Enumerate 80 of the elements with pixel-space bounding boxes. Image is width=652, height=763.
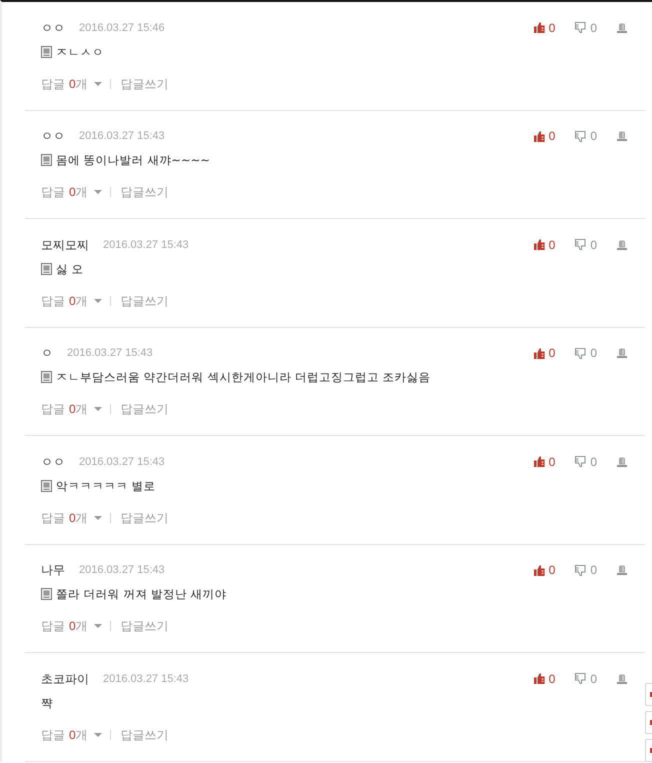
like-button[interactable]: 0 bbox=[534, 20, 556, 34]
comment-date: 2016.03.27 15:43 bbox=[79, 129, 165, 144]
siren-icon[interactable] bbox=[617, 22, 627, 32]
thumbs-down-icon bbox=[575, 239, 586, 250]
like-button[interactable]: 0 bbox=[534, 129, 556, 143]
siren-icon[interactable] bbox=[617, 674, 627, 684]
siren-icon[interactable] bbox=[617, 348, 627, 358]
thumbs-up-icon bbox=[534, 239, 545, 250]
caret-icon bbox=[94, 516, 102, 520]
author-name: ㅇㅇ bbox=[41, 454, 65, 470]
caret-icon bbox=[94, 298, 102, 302]
thumbs-down-icon bbox=[575, 673, 586, 684]
dislike-button[interactable]: 0 bbox=[575, 346, 597, 360]
caret-icon bbox=[94, 732, 102, 736]
caret-icon bbox=[94, 82, 102, 86]
author-name: 나무 bbox=[41, 562, 65, 578]
comment-text: 악ㅋㅋㅋㅋㅋ 별로 bbox=[56, 478, 156, 494]
author-name: 모찌모찌 bbox=[41, 236, 89, 252]
replies-toggle[interactable]: 답글 0개 bbox=[41, 726, 102, 742]
author-name: 초코파이 bbox=[41, 670, 89, 686]
comment-date: 2016.03.27 15:43 bbox=[79, 563, 165, 578]
write-reply-link[interactable]: 답글쓰기 bbox=[120, 510, 169, 526]
author-name: ㅇㅇ bbox=[41, 20, 65, 36]
comment-date: 2016.03.27 15:43 bbox=[103, 238, 189, 252]
dislike-button[interactable]: 0 bbox=[575, 20, 597, 34]
dislike-button[interactable]: 0 bbox=[575, 672, 597, 686]
side-tab[interactable] bbox=[645, 739, 652, 762]
comment-text: ㅈㄴ부담스러움 약간더러워 섹시한게아니라 더럽고징그럽고 조카싫음 bbox=[56, 369, 431, 385]
thumbs-up-icon bbox=[534, 456, 545, 467]
thumbs-down-icon bbox=[575, 22, 586, 33]
write-reply-link[interactable]: 답글쓰기 bbox=[120, 184, 169, 200]
thumbs-up-icon bbox=[534, 564, 545, 576]
dislike-button[interactable]: 0 bbox=[575, 454, 597, 468]
thumbs-down-icon bbox=[575, 456, 586, 467]
comment-text: 쨕 bbox=[41, 694, 53, 710]
dislike-button[interactable]: 0 bbox=[575, 563, 597, 577]
dislike-button[interactable]: 0 bbox=[575, 238, 597, 252]
thumbs-up-icon bbox=[534, 673, 545, 684]
thumbs-up-icon bbox=[534, 130, 545, 142]
author-name: ㅇ bbox=[41, 345, 53, 361]
side-tab[interactable] bbox=[645, 711, 652, 734]
comment-text: 몸에 똥이나발러 새꺄~~~~ bbox=[56, 152, 210, 168]
like-button[interactable]: 0 bbox=[534, 672, 556, 686]
write-reply-link[interactable]: 답글쓰기 bbox=[120, 76, 169, 92]
thumbs-up-icon bbox=[534, 22, 545, 33]
caret-icon bbox=[94, 190, 102, 194]
side-tab[interactable] bbox=[645, 683, 652, 706]
thumbs-down-icon bbox=[575, 564, 586, 576]
replies-toggle[interactable]: 답글 0개 bbox=[41, 618, 102, 634]
write-reply-link[interactable]: 답글쓰기 bbox=[120, 618, 169, 634]
replies-toggle[interactable]: 답글 0개 bbox=[41, 510, 102, 526]
comment-date: 2016.03.27 15:46 bbox=[79, 20, 165, 36]
like-button[interactable]: 0 bbox=[534, 238, 556, 252]
replies-toggle[interactable]: 답글 0개 bbox=[41, 401, 102, 417]
thumbs-up-icon bbox=[534, 348, 545, 358]
comment-date: 2016.03.27 15:43 bbox=[103, 672, 189, 686]
replies-toggle[interactable]: 답글 0개 bbox=[41, 76, 102, 92]
like-button[interactable]: 0 bbox=[534, 346, 556, 360]
replies-toggle[interactable]: 답글 0개 bbox=[41, 292, 102, 308]
siren-icon[interactable] bbox=[617, 456, 627, 466]
like-button[interactable]: 0 bbox=[534, 563, 556, 577]
siren-icon[interactable] bbox=[617, 565, 627, 575]
thumbs-down-icon bbox=[575, 130, 586, 142]
write-reply-link[interactable]: 답글쓰기 bbox=[120, 401, 169, 417]
like-button[interactable]: 0 bbox=[534, 454, 556, 468]
write-reply-link[interactable]: 답글쓰기 bbox=[120, 726, 169, 742]
comment-date: 2016.03.27 15:43 bbox=[79, 454, 165, 470]
comment-text: 쫄라 더러워 꺼져 발정난 새끼야 bbox=[56, 586, 227, 602]
replies-toggle[interactable]: 답글 0개 bbox=[41, 184, 102, 200]
comment-date: 2016.03.27 15:43 bbox=[67, 346, 153, 361]
thumbs-down-icon bbox=[575, 348, 586, 358]
siren-icon[interactable] bbox=[617, 131, 627, 141]
author-name: ㅇㅇ bbox=[41, 128, 65, 144]
siren-icon[interactable] bbox=[617, 240, 627, 250]
caret-icon bbox=[94, 624, 102, 628]
write-reply-link[interactable]: 답글쓰기 bbox=[120, 292, 169, 308]
caret-icon bbox=[94, 407, 102, 411]
comment-text: ㅈㄴㅅㅇ bbox=[56, 44, 104, 60]
dislike-button[interactable]: 0 bbox=[575, 129, 597, 143]
comment-text: 싫 오 bbox=[56, 260, 84, 276]
